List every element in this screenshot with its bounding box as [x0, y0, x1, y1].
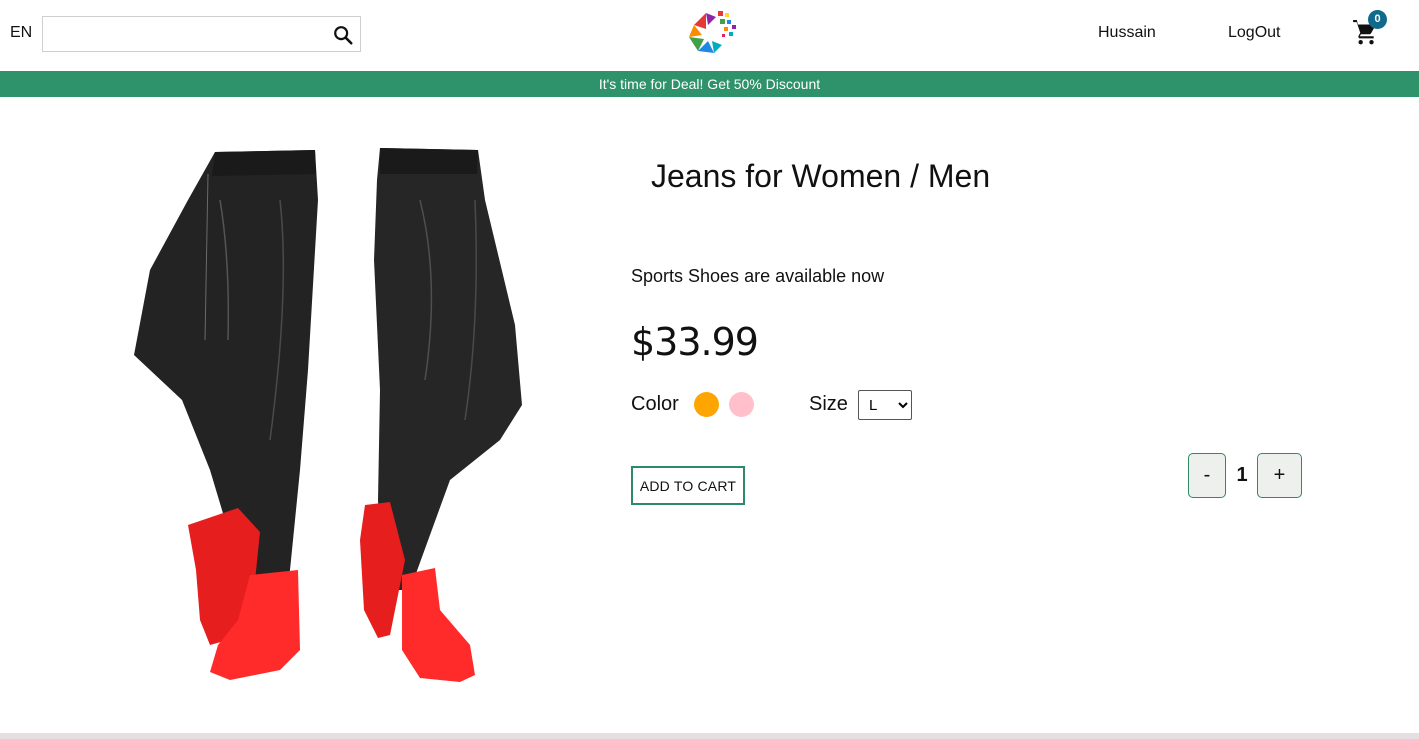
color-label: Color — [631, 393, 679, 415]
color-swatch-orange[interactable] — [694, 392, 719, 417]
quantity-increase-button[interactable]: + — [1257, 453, 1302, 498]
quantity-value: 1 — [1236, 464, 1248, 486]
promo-banner: It's time for Deal! Get 50% Discount — [0, 71, 1419, 97]
navbar: EN Hussain LogOut 0 — [0, 0, 1419, 71]
add-to-cart-button[interactable]: ADD TO CART — [631, 466, 745, 505]
user-name-link[interactable]: Hussain — [1098, 24, 1156, 42]
logo-icon[interactable] — [686, 7, 738, 57]
search-box — [42, 16, 361, 52]
size-label: Size — [809, 393, 848, 415]
color-swatch-pink[interactable] — [729, 392, 754, 417]
cart-count-badge: 0 — [1368, 10, 1387, 29]
language-selector[interactable]: EN — [10, 24, 32, 42]
product-description: Sports Shoes are available now — [631, 266, 885, 286]
search-input[interactable] — [43, 17, 323, 51]
footer-divider — [0, 733, 1419, 739]
product-image — [134, 148, 522, 682]
logout-link[interactable]: LogOut — [1228, 24, 1280, 42]
quantity-decrease-button[interactable]: - — [1188, 453, 1226, 498]
product-price: $33.99 — [631, 320, 759, 364]
size-select[interactable]: L — [858, 390, 912, 420]
product-title: Jeans for Women / Men — [651, 158, 991, 194]
search-icon[interactable] — [332, 24, 354, 46]
